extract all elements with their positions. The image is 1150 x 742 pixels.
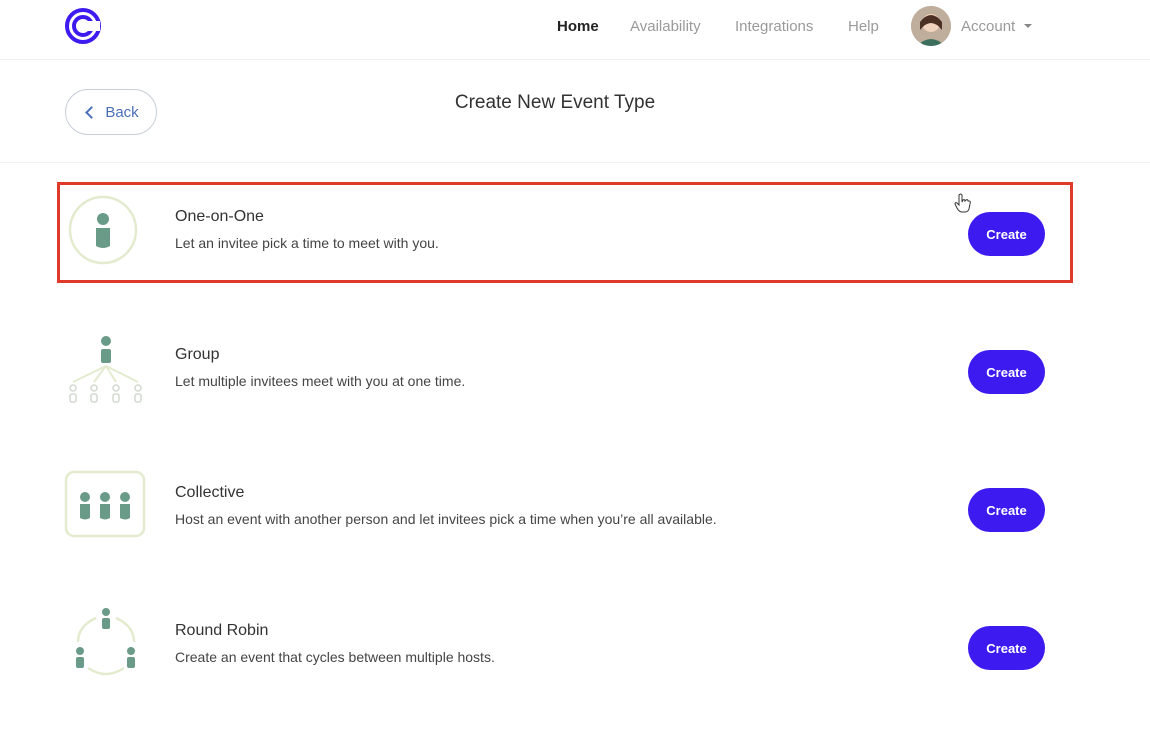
create-collective-button[interactable]: Create xyxy=(968,488,1045,532)
create-group-button[interactable]: Create xyxy=(968,350,1045,394)
page-title: Create New Event Type xyxy=(454,92,656,113)
hand-cursor-icon xyxy=(954,193,971,213)
account-menu[interactable]: Account xyxy=(961,0,1033,52)
round-robin-icon xyxy=(76,608,136,676)
event-type-description: Create an event that cycles between mult… xyxy=(175,649,495,665)
event-type-collective: Collective Host an event with another pe… xyxy=(0,464,1150,584)
event-type-description: Host an event with another person and le… xyxy=(175,511,717,527)
avatar-portrait-icon xyxy=(911,6,951,46)
event-type-round-robin: Round Robin Create an event that cycles … xyxy=(0,602,1150,722)
avatar[interactable] xyxy=(911,6,951,46)
nav-help[interactable]: Help xyxy=(848,0,879,52)
event-type-group: Group Let multiple invitees meet with yo… xyxy=(0,326,1150,446)
event-type-name: Collective xyxy=(175,484,245,501)
calendly-logo-icon[interactable] xyxy=(64,7,102,45)
create-round-robin-button[interactable]: Create xyxy=(968,626,1045,670)
collective-icon xyxy=(64,470,146,538)
event-type-name: Round Robin xyxy=(175,622,269,639)
nav-integrations[interactable]: Integrations xyxy=(735,0,813,52)
chevron-down-icon xyxy=(1024,24,1033,28)
group-icon xyxy=(69,336,142,403)
highlight-box xyxy=(57,182,1073,283)
nav-home[interactable]: Home xyxy=(557,0,599,52)
account-label: Account xyxy=(961,17,1016,35)
nav-availability[interactable]: Availability xyxy=(630,0,701,52)
event-type-description: Let multiple invitees meet with you at o… xyxy=(175,373,466,389)
event-type-name: Group xyxy=(175,346,220,363)
top-navigation-bar: Home Availability Integrations Help Acco… xyxy=(0,0,1150,60)
